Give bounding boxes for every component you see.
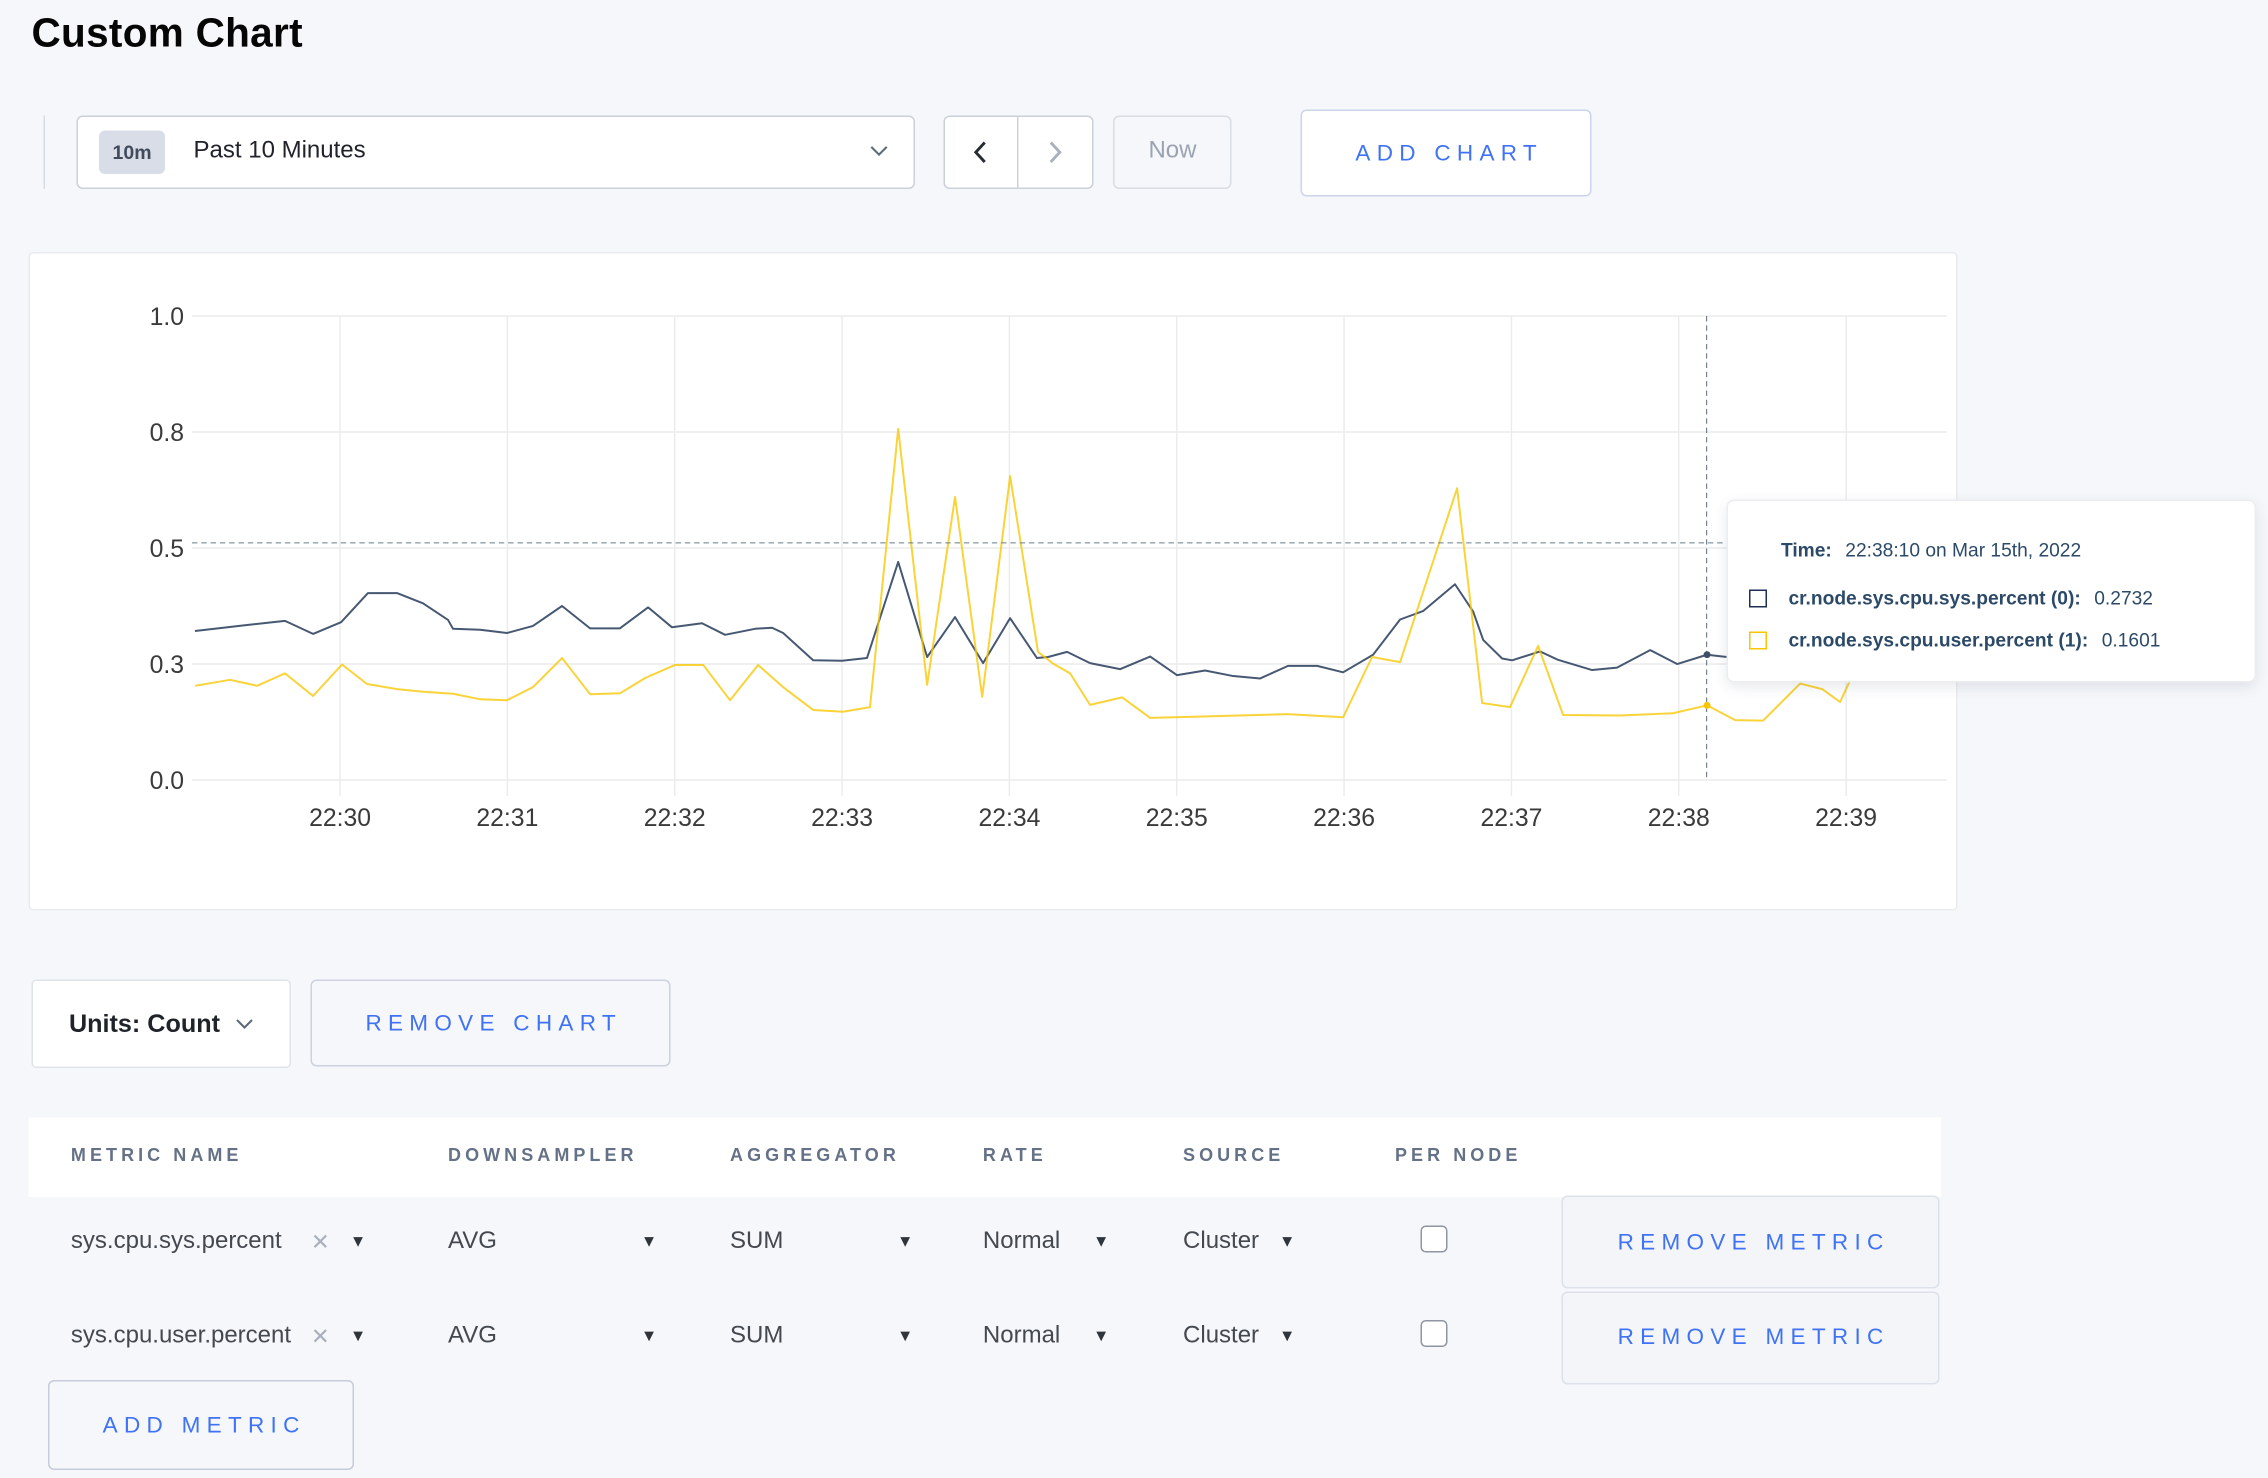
- user-series-swatch: [1749, 631, 1768, 650]
- remove-metric-button[interactable]: REMOVE METRIC: [1561, 1291, 1940, 1385]
- svg-text:1.0: 1.0: [150, 304, 184, 331]
- tooltip-sys-label: cr.node.sys.cpu.sys.percent (0):: [1788, 586, 2081, 610]
- svg-text:22:33: 22:33: [811, 805, 873, 832]
- metric-name-dropdown[interactable]: sys.cpu.user.percent: [71, 1290, 291, 1383]
- aggregator-dropdown[interactable]: SUM: [730, 1196, 783, 1289]
- rate-dropdown[interactable]: Normal: [983, 1196, 1060, 1289]
- remove-metric-button[interactable]: REMOVE METRIC: [1561, 1195, 1940, 1289]
- caret-down-icon: ▼: [640, 1233, 658, 1252]
- svg-text:22:39: 22:39: [1815, 805, 1877, 832]
- col-rate: RATE: [982, 1144, 1047, 1166]
- sys-series-swatch: [1749, 589, 1768, 608]
- caret-down-icon: ▼: [1279, 1233, 1296, 1252]
- col-metric-name: METRIC NAME: [70, 1144, 243, 1166]
- tooltip-series-row-sys: cr.node.sys.cpu.sys.percent (0): 0.2732: [1749, 585, 2254, 612]
- remove-chart-button[interactable]: REMOVE CHART: [310, 979, 672, 1067]
- rate-dropdown[interactable]: Normal: [983, 1290, 1060, 1383]
- svg-text:22:37: 22:37: [1480, 805, 1542, 832]
- metric-name-dropdown[interactable]: sys.cpu.sys.percent: [71, 1196, 282, 1289]
- remove-x-icon[interactable]: ✕: [311, 1196, 330, 1289]
- downsampler-dropdown[interactable]: AVG: [448, 1290, 497, 1383]
- source-dropdown[interactable]: Cluster: [1183, 1196, 1259, 1289]
- tooltip-user-label: cr.node.sys.cpu.user.percent (1):: [1788, 628, 2089, 652]
- col-aggregator: AGGREGATOR: [730, 1144, 900, 1166]
- per-node-checkbox[interactable]: [1420, 1225, 1447, 1253]
- svg-text:0.3: 0.3: [150, 652, 184, 679]
- svg-text:22:30: 22:30: [309, 805, 371, 832]
- units-dropdown[interactable]: Units: Count: [31, 979, 291, 1068]
- svg-text:22:35: 22:35: [1146, 805, 1208, 832]
- tooltip-time-value: 22:38:10 on Mar 15th, 2022: [1845, 538, 2082, 562]
- tooltip-time-row: Time: 22:38:10 on Mar 15th, 2022: [1781, 537, 2255, 564]
- col-source: SOURCE: [1183, 1144, 1285, 1166]
- svg-text:0.8: 0.8: [150, 420, 184, 447]
- caret-down-icon: ▼: [349, 1233, 367, 1252]
- svg-text:0.0: 0.0: [150, 768, 184, 795]
- caret-down-icon: ▼: [1093, 1327, 1110, 1346]
- caret-down-icon: ▼: [896, 1233, 914, 1252]
- caret-down-icon: ▼: [1279, 1327, 1296, 1346]
- col-per-node: PER NODE: [1394, 1144, 1522, 1166]
- svg-text:22:38: 22:38: [1648, 805, 1710, 832]
- caret-down-icon: ▼: [896, 1327, 914, 1346]
- svg-text:22:36: 22:36: [1313, 805, 1375, 832]
- tooltip-user-value: 0.1601: [2101, 628, 2161, 652]
- svg-text:22:32: 22:32: [644, 805, 706, 832]
- tooltip-sys-value: 0.2732: [2094, 586, 2153, 610]
- chart-tooltip: Time: 22:38:10 on Mar 15th, 2022 cr.node.…: [1726, 499, 2256, 683]
- downsampler-dropdown[interactable]: AVG: [448, 1196, 497, 1289]
- per-node-checkbox[interactable]: [1420, 1320, 1447, 1347]
- caret-down-icon: ▼: [640, 1327, 658, 1346]
- tooltip-series-row-user: cr.node.sys.cpu.user.percent (1): 0.1601: [1749, 627, 2254, 654]
- units-label: Units: Count: [69, 1008, 221, 1038]
- custom-chart-page: Custom Chart 10m Past 10 Minutes Now ADD…: [0, 0, 2268, 1478]
- svg-text:22:34: 22:34: [978, 805, 1040, 832]
- remove-x-icon[interactable]: ✕: [311, 1290, 330, 1383]
- metric-row-2: sys.cpu.user.percent ✕ ▼ AVG ▼ SUM ▼ Nor…: [28, 1290, 1941, 1385]
- metrics-table-header: METRIC NAME DOWNSAMPLER AGGREGATOR RATE …: [28, 1117, 1941, 1197]
- add-metric-button[interactable]: ADD METRIC: [48, 1380, 354, 1470]
- svg-text:22:31: 22:31: [476, 805, 538, 832]
- tooltip-time-label: Time:: [1780, 538, 1832, 562]
- metric-row-1: sys.cpu.sys.percent ✕ ▼ AVG ▼ SUM ▼ Norm…: [28, 1195, 1941, 1289]
- col-downsampler: DOWNSAMPLER: [448, 1144, 638, 1166]
- aggregator-dropdown[interactable]: SUM: [730, 1290, 783, 1383]
- source-dropdown[interactable]: Cluster: [1183, 1290, 1259, 1383]
- caret-down-icon: ▼: [1093, 1233, 1110, 1252]
- units-chevron-down-icon: [235, 1019, 253, 1030]
- svg-text:0.5: 0.5: [150, 536, 184, 563]
- caret-down-icon: ▼: [349, 1327, 367, 1346]
